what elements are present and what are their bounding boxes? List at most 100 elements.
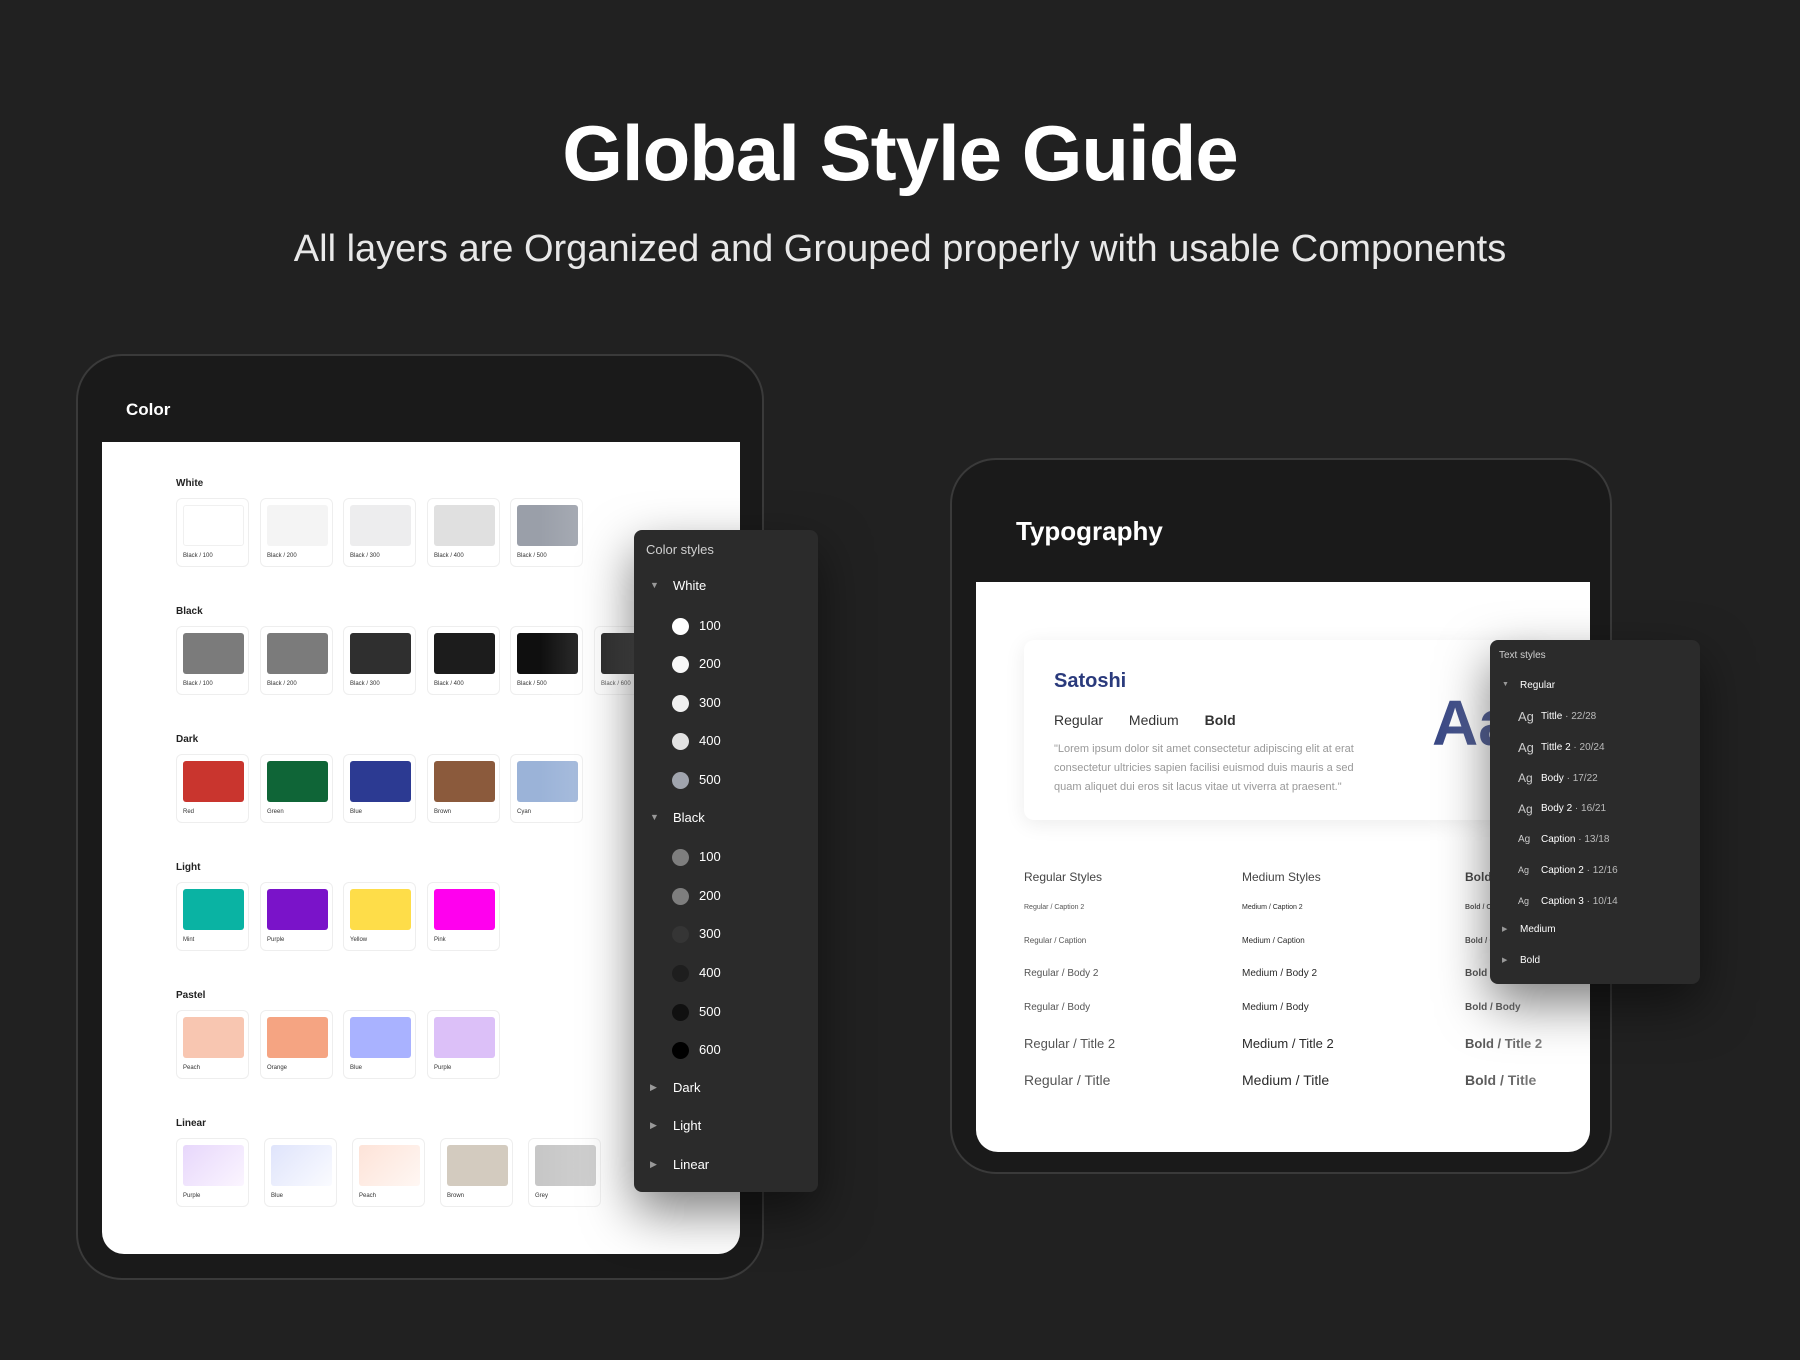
- text-style-sample[interactable]: Regular / Title: [1024, 1072, 1110, 1088]
- color-swatch[interactable]: Orange: [260, 1010, 333, 1079]
- color-style-item[interactable]: 100: [634, 615, 818, 639]
- color-swatch[interactable]: Black / 200: [260, 498, 333, 567]
- color-style-item[interactable]: 400: [634, 962, 818, 986]
- color-style-item[interactable]: 500: [634, 1001, 818, 1025]
- color-style-group[interactable]: ▶ Light: [634, 1116, 818, 1140]
- color-swatch[interactable]: Yellow: [343, 882, 416, 951]
- color-swatch[interactable]: Red: [176, 754, 249, 823]
- text-style-spec: 20/24: [1579, 741, 1605, 753]
- chevron-right-icon: ▶: [1502, 957, 1508, 964]
- color-swatch[interactable]: Peach: [176, 1010, 249, 1079]
- color-swatch[interactable]: Black / 400: [427, 498, 500, 567]
- swatch-caption: Purple: [267, 937, 285, 943]
- color-style-item-label: 600: [699, 1042, 721, 1058]
- text-style-item[interactable]: Ag Caption 2 · 12/16: [1490, 862, 1700, 882]
- typography-frame-title: Typography: [1016, 516, 1163, 546]
- color-swatch[interactable]: Black / 300: [343, 498, 416, 567]
- text-group-bold[interactable]: ▶ Bold: [1490, 953, 1700, 973]
- color-dot-icon: [672, 656, 689, 674]
- color-swatch[interactable]: Pink: [427, 882, 500, 951]
- color-swatch[interactable]: Blue: [343, 754, 416, 823]
- color-swatch[interactable]: Purple: [176, 1138, 249, 1207]
- color-style-item[interactable]: 400: [634, 730, 818, 754]
- color-swatch[interactable]: Black / 300: [343, 626, 416, 695]
- separator: ·: [1583, 895, 1593, 907]
- text-style-sample[interactable]: Bold / Title: [1465, 1072, 1536, 1088]
- color-swatch[interactable]: Brown: [427, 754, 500, 823]
- swatch-chip: [183, 505, 244, 546]
- color-swatch[interactable]: Black / 200: [260, 626, 333, 695]
- text-style-sample[interactable]: Bold / Body: [1465, 1002, 1521, 1013]
- color-swatch[interactable]: Peach: [352, 1138, 425, 1207]
- swatch-chip: [183, 1145, 244, 1186]
- color-style-item[interactable]: 500: [634, 769, 818, 793]
- text-style-item[interactable]: Ag Caption 3 · 10/14: [1490, 893, 1700, 913]
- text-style-sample[interactable]: Medium / Title: [1242, 1072, 1329, 1088]
- text-style-item[interactable]: Ag Body 2 · 16/21: [1490, 800, 1700, 820]
- color-swatch[interactable]: Mint: [176, 882, 249, 951]
- text-style-sample[interactable]: Regular / Caption 2: [1024, 904, 1084, 911]
- text-style-sample[interactable]: Medium / Title 2: [1242, 1036, 1334, 1051]
- swatch-caption: Black / 600: [601, 681, 631, 687]
- text-group-medium[interactable]: ▶ Medium: [1490, 922, 1700, 942]
- color-style-item-label: 300: [699, 694, 721, 710]
- color-style-item[interactable]: 300: [634, 692, 818, 716]
- text-style-item[interactable]: Ag Body · 17/22: [1490, 770, 1700, 790]
- text-style-name: Tittle · 22/28: [1541, 711, 1596, 722]
- color-dot-icon: [672, 733, 689, 751]
- color-frame-title: Color: [126, 400, 171, 419]
- color-group-label: Light: [176, 862, 201, 873]
- color-swatch[interactable]: Blue: [343, 1010, 416, 1079]
- color-dot-icon: [672, 1042, 689, 1060]
- color-swatch[interactable]: Blue: [264, 1138, 337, 1207]
- swatch-chip: [267, 761, 328, 802]
- text-style-name: Caption 2 · 12/16: [1541, 865, 1618, 876]
- text-style-sample[interactable]: Bold / Title 2: [1465, 1036, 1542, 1051]
- color-style-item[interactable]: 600: [634, 1039, 818, 1063]
- color-swatch[interactable]: Black / 500: [510, 498, 583, 567]
- color-swatch[interactable]: Black / 100: [176, 498, 249, 567]
- color-style-group[interactable]: ▼ Black: [634, 808, 818, 832]
- text-style-item[interactable]: Ag Tittle · 22/28: [1490, 708, 1700, 728]
- text-style-sample[interactable]: Medium / Body 2: [1242, 968, 1317, 979]
- color-swatch[interactable]: Purple: [427, 1010, 500, 1079]
- color-swatch[interactable]: Black / 500: [510, 626, 583, 695]
- color-style-group[interactable]: ▶ Dark: [634, 1078, 818, 1102]
- text-style-sample[interactable]: Medium / Body: [1242, 1002, 1309, 1013]
- color-swatch[interactable]: Black / 100: [176, 626, 249, 695]
- text-style-sample[interactable]: Regular / Title 2: [1024, 1036, 1115, 1051]
- weight-medium: Medium: [1128, 712, 1179, 728]
- color-style-item[interactable]: 200: [634, 885, 818, 909]
- color-swatch[interactable]: Brown: [440, 1138, 513, 1207]
- swatch-chip: [434, 889, 495, 930]
- text-style-label: Body: [1541, 772, 1564, 784]
- text-style-item[interactable]: Ag Tittle 2 · 20/24: [1490, 739, 1700, 759]
- text-group-regular[interactable]: ▼ Regular: [1490, 678, 1700, 698]
- color-style-item[interactable]: 100: [634, 846, 818, 870]
- color-swatch[interactable]: Green: [260, 754, 333, 823]
- swatch-caption: Black / 300: [350, 553, 380, 559]
- color-style-item[interactable]: 200: [634, 653, 818, 677]
- chevron-right-icon: ▶: [650, 1159, 657, 1169]
- color-dot-icon: [672, 926, 689, 944]
- color-swatch[interactable]: Black / 400: [427, 626, 500, 695]
- color-swatch[interactable]: Grey: [528, 1138, 601, 1207]
- color-swatch[interactable]: Cyan: [510, 754, 583, 823]
- weight-regular: Regular: [1054, 712, 1104, 728]
- color-swatch[interactable]: Purple: [260, 882, 333, 951]
- text-style-sample[interactable]: Regular / Caption: [1024, 936, 1086, 945]
- text-style-name: Body 2 · 16/21: [1541, 803, 1606, 814]
- color-style-group[interactable]: ▶ Linear: [634, 1155, 818, 1179]
- text-style-sample[interactable]: Regular / Body: [1024, 1002, 1090, 1013]
- weight-bold: Bold: [1204, 712, 1236, 728]
- text-style-sample[interactable]: Medium / Caption 2: [1242, 904, 1303, 911]
- text-style-item[interactable]: Ag Caption · 13/18: [1490, 831, 1700, 851]
- color-style-group[interactable]: ▼ White: [634, 576, 818, 600]
- color-style-item[interactable]: 300: [634, 923, 818, 947]
- text-style-sample[interactable]: Regular / Body 2: [1024, 968, 1099, 979]
- text-style-sample[interactable]: Medium / Caption: [1242, 936, 1305, 945]
- color-styles-panel: Color styles ▼ White 100 200 300 400 500 ▼ Black…: [634, 530, 818, 1192]
- swatch-chip: [267, 633, 328, 674]
- text-style-ag-icon: Ag: [1518, 801, 1533, 816]
- text-style-name: Body · 17/22: [1541, 773, 1598, 784]
